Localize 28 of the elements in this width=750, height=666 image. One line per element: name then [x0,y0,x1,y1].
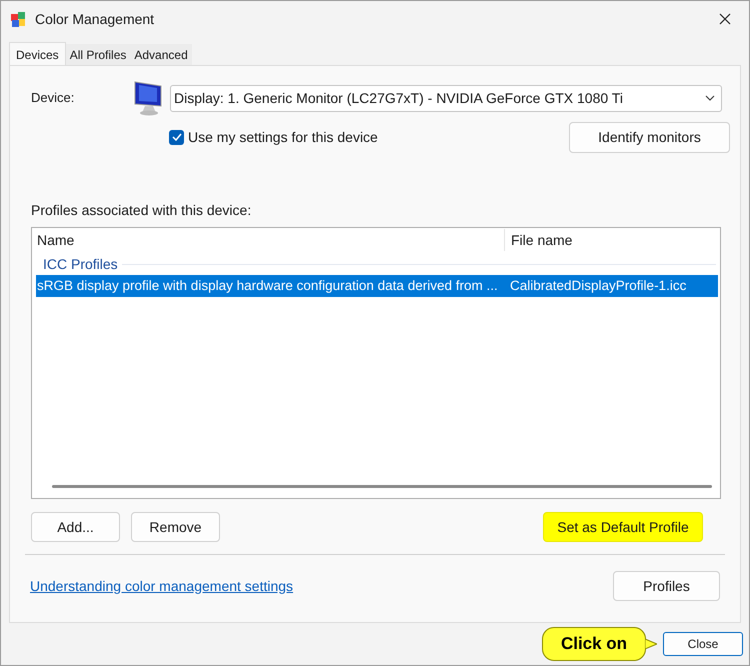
close-button[interactable]: Close [663,632,743,656]
help-link[interactable]: Understanding color management settings [30,576,294,596]
column-header[interactable]: Name [32,229,505,251]
callout-pointer [645,637,657,651]
color-management-icon [10,10,27,28]
add-button[interactable]: Add... [31,512,120,542]
profiles-button[interactable]: Profiles [613,571,720,601]
group-header: ICC Profiles [43,254,118,274]
profiles-label: Profiles associated with this device: [31,201,252,220]
table-cell-text: CalibratedDisplayProfile-1.icc [509,276,686,295]
checkmark-icon [172,133,182,141]
checkbox-label: Use my settings for this device [188,128,378,147]
callout: Click on [542,627,646,661]
device-dropdown[interactable]: Display: 1. Generic Monitor (LC27G7xT) - NVIDIA GeForce GTX 1080 Ti [170,84,722,112]
chevron-down-icon [705,95,715,101]
set-default-button[interactable]: Set as Default Profile [543,512,703,542]
tab[interactable]: Devices [9,42,66,66]
horizontal-scrollbar[interactable] [52,485,712,488]
remove-button[interactable]: Remove [131,512,220,542]
checkbox[interactable] [169,130,184,144]
window-title: Color Management [35,10,154,29]
tab[interactable]: Advanced [130,44,192,65]
profile-row[interactable]: sRGB display profile with display hardware configuration data derived from ... CalibratedDisplayProfile-1.icc [36,275,718,297]
device-label: Device: [31,89,76,108]
tab[interactable]: All Profiles [66,44,130,65]
column-header[interactable]: File name [505,230,572,250]
table-cell-text: sRGB display profile with display hardware configuration data derived from ... [36,276,499,295]
identify-monitors-button[interactable]: Identify monitors [569,122,730,152]
